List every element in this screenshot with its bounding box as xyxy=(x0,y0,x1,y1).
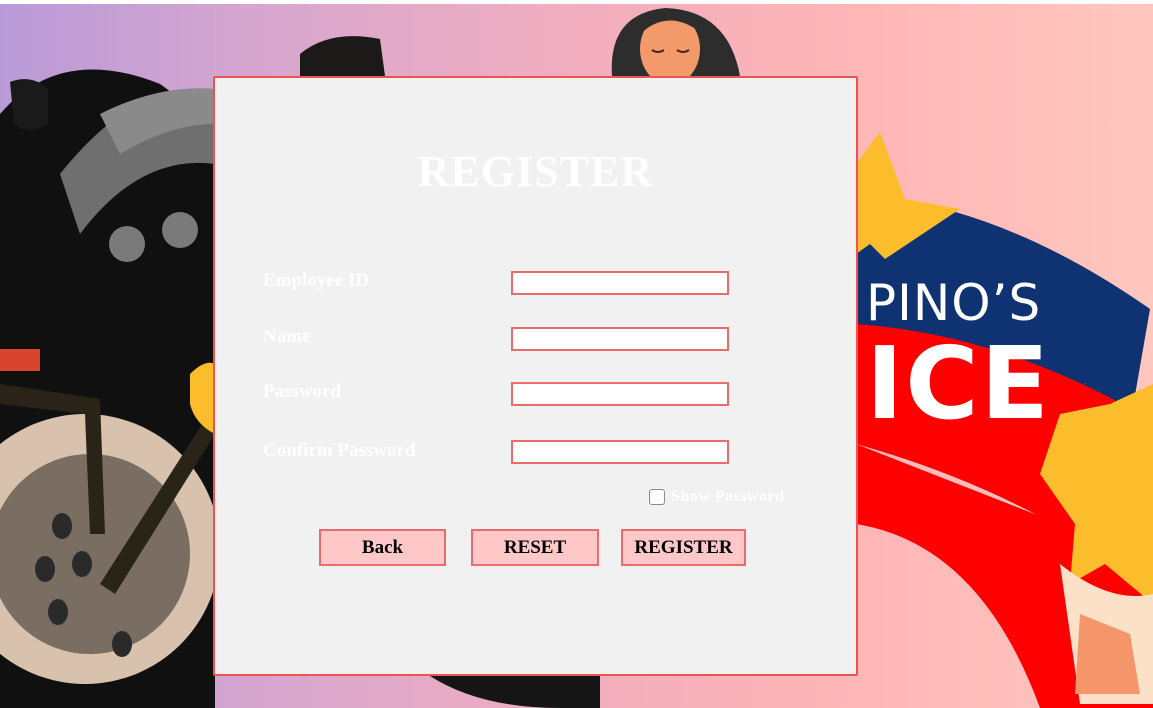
brand-text-line1: PINO’S xyxy=(866,274,1042,332)
password-label: Password xyxy=(263,381,342,402)
register-button[interactable]: REGISTER xyxy=(621,529,746,566)
back-button[interactable]: Back xyxy=(319,529,446,566)
brand-text-line2: ICE xyxy=(866,325,1051,442)
confirm-password-field[interactable] xyxy=(511,440,729,464)
password-field[interactable] xyxy=(511,382,729,406)
name-field[interactable] xyxy=(511,327,729,351)
show-password-checkbox[interactable] xyxy=(649,489,665,505)
employee-id-label: Employee ID xyxy=(263,270,370,291)
show-password-label: Show Password xyxy=(671,488,785,505)
employee-id-field[interactable] xyxy=(511,271,729,295)
show-password-toggle[interactable]: Show Password xyxy=(649,488,785,506)
page-title: REGISTER xyxy=(417,147,654,196)
confirm-password-label: Confirm Password xyxy=(263,440,416,461)
register-form: REGISTER Employee ID Name Password Confi… xyxy=(213,76,858,676)
name-label: Name xyxy=(263,326,311,347)
reset-button[interactable]: RESET xyxy=(471,529,599,566)
person-illustration xyxy=(611,8,740,85)
